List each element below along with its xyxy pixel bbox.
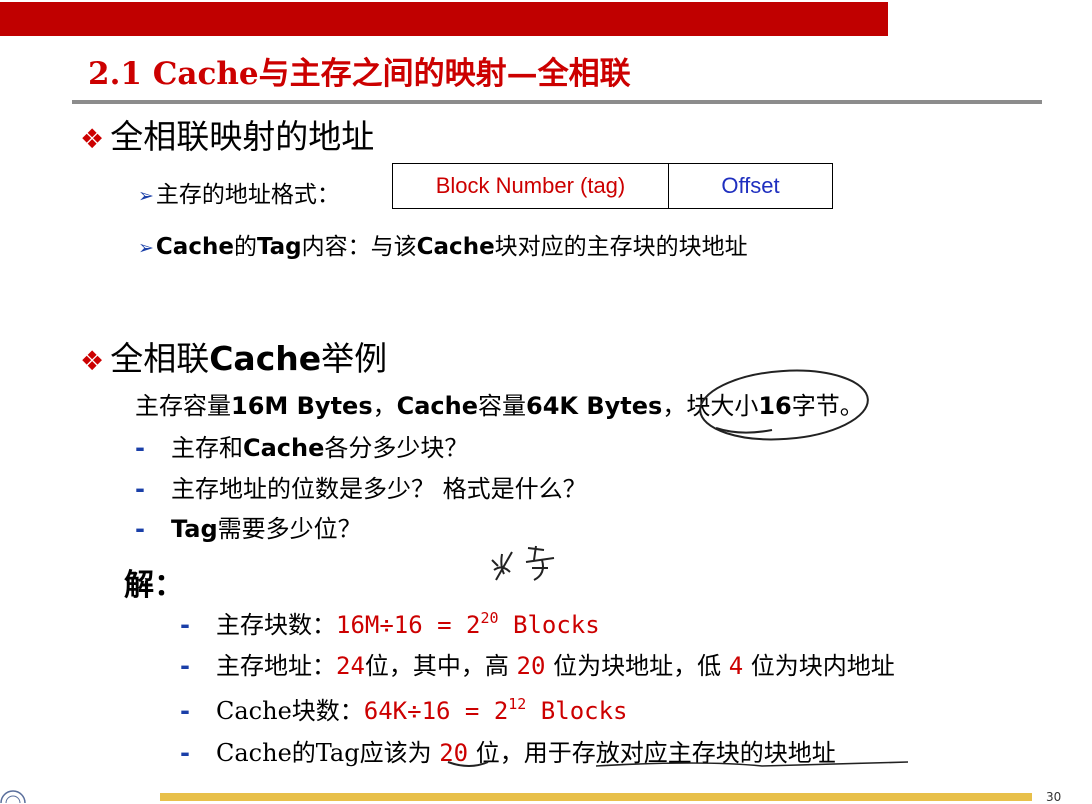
dash-bullet-icon: - (180, 652, 190, 680)
footer-gold-bar (160, 793, 1032, 801)
intro-value: 64K Bytes (526, 392, 663, 420)
intro-text: ， (372, 392, 397, 420)
question-item: - 主存地址的位数是多少？ 格式是什么？ (135, 477, 587, 501)
page-number: 30 (1046, 790, 1062, 804)
bullet-label: 主存的地址格式： (155, 182, 340, 208)
dash-bullet-icon: - (180, 739, 190, 767)
pen-underline-icon (715, 427, 773, 434)
bullet-address-format: ➢主存的地址格式： (138, 184, 340, 207)
text-cache: Cache (155, 234, 234, 260)
header-red-bar (0, 2, 888, 36)
answer-exponent: 12 (508, 695, 527, 713)
answer-label: 主存地址： (216, 652, 336, 680)
question-item: - Tag需要多少位？ (135, 517, 362, 541)
text-tag: Tag (256, 234, 302, 260)
answer-text: 位为块内地址 (743, 652, 895, 680)
answer-label: 主存块数： (216, 611, 336, 639)
question-text: 需要多少位？ (217, 515, 362, 543)
example-intro: 主存容量16M Bytes，Cache容量64K Bytes，块大小16字节。 (135, 394, 864, 418)
text-tail: 块对应的主存块的块地址 (494, 234, 748, 260)
intro-value: 16 (758, 392, 792, 420)
slide-title: 2.1 Cache与主存之间的映射—全相联 (88, 56, 631, 92)
section-heading-address: ❖ 全相联映射的地址 (80, 120, 374, 153)
heading-part-b: Cache (209, 339, 322, 378)
tag-field-cell: Block Number (tag) (393, 164, 669, 208)
question-text: Cache (243, 434, 325, 462)
question-text: 主存和 (171, 434, 243, 462)
answer-value: 20 (516, 652, 546, 680)
answer-text: 位，用于存放对应主存块的块地址 (468, 739, 836, 767)
solution-label: 解： (124, 568, 184, 603)
text-de: 的 (233, 234, 257, 260)
arrow-bullet-icon: ➢ (138, 185, 154, 207)
text-content: 内容：与该 (301, 234, 417, 260)
dash-bullet-icon: - (135, 434, 145, 462)
arrow-bullet-icon: ➢ (138, 237, 154, 259)
bullet-cache-tag: ➢Cache的Tag内容：与该Cache块对应的主存块的块地址 (138, 236, 748, 259)
dash-bullet-icon: - (180, 697, 190, 725)
section-heading-text: 全相联映射的地址 (110, 117, 375, 156)
question-item: - 主存和Cache各分多少块？ (135, 436, 468, 460)
intro-text: ，块大小 (662, 392, 759, 420)
question-text: Tag (171, 515, 218, 543)
handwritten-note-icon (491, 545, 555, 581)
answer-item: - Cache块数：64K÷16 = 212 Blocks (180, 697, 628, 725)
offset-field-cell: Offset (721, 173, 780, 198)
answer-value: 20 (439, 739, 469, 767)
answer-value: 64K÷16 = 2 (363, 697, 509, 725)
intro-text: 字节。 (791, 392, 864, 420)
answer-label: Cache块数： (216, 697, 364, 725)
intro-value: 16M Bytes (231, 392, 373, 420)
heading-part-a: 全相联 (110, 339, 210, 378)
dash-bullet-icon: - (135, 515, 145, 543)
answer-text: 位为块地址，低 (545, 652, 729, 680)
answer-value: 24 (336, 652, 365, 680)
intro-text: 主存容量 (135, 392, 231, 420)
section-heading-example: ❖ 全相联Cache举例 (80, 342, 387, 375)
answer-text: 位，其中，高 (364, 652, 517, 680)
text-cache-2: Cache (416, 234, 495, 260)
diamond-bullet-icon: ❖ (80, 346, 105, 377)
title-divider (72, 100, 1042, 104)
answer-value: 4 (728, 652, 744, 680)
diamond-bullet-icon: ❖ (80, 124, 105, 155)
answer-value: 16M÷16 = 2 (336, 611, 481, 639)
answer-item: - 主存地址：24位，其中，高 20 位为块地址，低 4 位为块内地址 (180, 654, 895, 678)
question-text: 主存地址的位数是多少？ 格式是什么？ (171, 475, 587, 503)
address-format-table: Block Number (tag) Offset (392, 163, 833, 209)
heading-part-c: 举例 (321, 339, 388, 378)
dash-bullet-icon: - (180, 611, 190, 639)
answer-label: Cache的Tag应该为 (216, 739, 440, 767)
answer-item: - Cache的Tag应该为 20 位，用于存放对应主存块的块地址 (180, 741, 836, 765)
answer-unit: Blocks (498, 611, 600, 639)
dash-bullet-icon: - (135, 475, 145, 503)
intro-value: Cache (396, 392, 479, 420)
answer-item: - 主存块数：16M÷16 = 220 Blocks (180, 611, 600, 639)
answer-unit: Blocks (526, 697, 628, 725)
intro-text: 容量 (478, 392, 527, 420)
question-text: 各分多少块？ (324, 434, 469, 462)
answer-exponent: 20 (480, 609, 499, 627)
